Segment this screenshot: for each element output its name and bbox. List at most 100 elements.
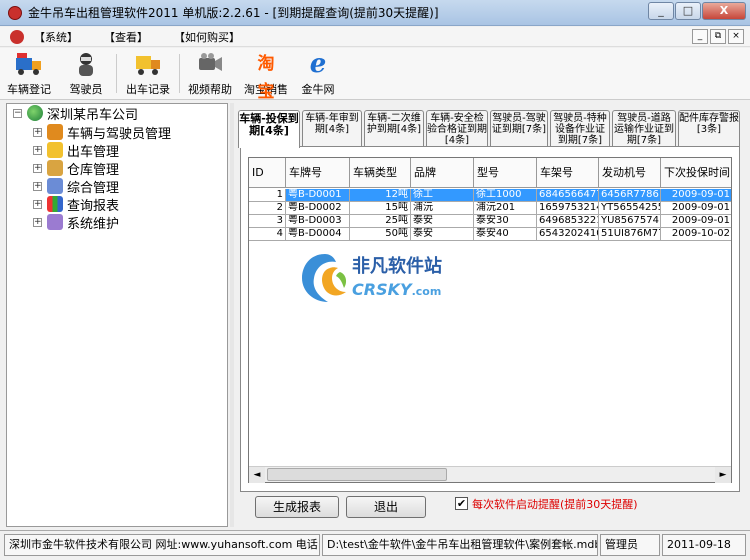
table-header: ID 车牌号 车辆类型 品牌 型号 车架号 发动机号 下次投保时间 <box>249 158 731 188</box>
tab-annual-inspection[interactable]: 车辆-年审到期[4条] <box>302 110 362 146</box>
col-frame-no[interactable]: 车架号 <box>537 158 599 188</box>
cell-brand: 徐工 <box>411 189 474 202</box>
maintenance-icon <box>47 214 63 230</box>
col-next-insurance[interactable]: 下次投保时间 <box>661 158 731 188</box>
scroll-thumb[interactable] <box>267 468 447 481</box>
mdi-minimize-button[interactable]: _ <box>692 29 708 44</box>
driver-button[interactable]: 驾驶员 <box>58 48 114 100</box>
menu-view[interactable]: 【查看】 <box>104 29 148 45</box>
col-vehicle-type[interactable]: 车辆类型 <box>350 158 411 188</box>
close-button[interactable]: X <box>702 2 746 20</box>
tab-secondary-maintenance[interactable]: 车辆-二次维护到期[4条] <box>364 110 424 146</box>
status-bar: 深圳市金牛软件技术有限公司 网址:www.yuhansoft.com 电话 D:… <box>0 530 750 560</box>
tab-parts-stock-alert[interactable]: 配件库存警报[3条] <box>678 110 740 146</box>
scroll-right-icon[interactable]: ► <box>715 466 731 483</box>
cell-next-insurance: 2009-09-01 <box>661 215 731 228</box>
video-help-button[interactable]: 视频帮助 <box>182 48 238 100</box>
cell-engine-no: 51UI876M77 <box>599 228 661 241</box>
tab-insurance-expiry[interactable]: 车辆-投保到期[4条] <box>238 110 300 148</box>
col-id[interactable]: ID <box>249 158 286 188</box>
app-logo-icon <box>8 5 22 20</box>
col-brand[interactable]: 品牌 <box>411 158 474 188</box>
cell-model: 泰安30 <box>474 215 537 228</box>
horizontal-scrollbar[interactable]: ◄ ► <box>249 466 731 483</box>
cell-id: 3 <box>249 215 286 228</box>
tree-item-label: 仓库管理 <box>67 162 120 178</box>
cell-next-insurance: 2009-09-01 <box>661 189 731 202</box>
watermark-subtitle-main: CRSKY <box>352 280 412 299</box>
exit-button[interactable]: 退出 <box>346 496 426 518</box>
cell-vehicle-type: 25吨 <box>350 215 411 228</box>
jinniu-web-label: 金牛网 <box>301 83 335 96</box>
minimize-button[interactable]: _ <box>648 2 674 20</box>
globe-icon <box>27 105 43 121</box>
table-row[interactable]: 3 粤B-D0003 25吨 泰安 泰安30 6496853221 YU8567… <box>249 215 731 228</box>
cell-plate: 粤B-D0004 <box>286 228 350 241</box>
col-model[interactable]: 型号 <box>474 158 537 188</box>
cell-plate: 粤B-D0003 <box>286 215 350 228</box>
splitter[interactable] <box>230 103 234 527</box>
status-database-path: D:\test\金牛软件\金牛吊车出租管理软件\案例套帐.mdb <box>322 534 598 556</box>
tree-item-label: 车辆与驾驶员管理 <box>67 126 172 142</box>
menu-how-to-buy[interactable]: 【如何购买】 <box>174 29 240 45</box>
jinniu-web-button[interactable]: e 金牛网 <box>294 48 342 100</box>
cell-engine-no: YU85675741 <box>599 215 661 228</box>
generate-report-button[interactable]: 生成报表 <box>255 496 339 518</box>
cell-brand: 泰安 <box>411 228 474 241</box>
tab-special-equipment-cert[interactable]: 驾驶员-特种设备作业证到期[7条] <box>550 110 610 146</box>
tree-item-reports[interactable]: + 查询报表 <box>33 195 119 214</box>
cell-frame-no: 6543202410 <box>537 228 599 241</box>
cell-model: 泰安40 <box>474 228 537 241</box>
tab-safety-certificate[interactable]: 车辆-安全检验合格证到期[4条] <box>426 110 488 146</box>
table-row[interactable]: 2 粤B-D0002 15吨 浦沅 浦沅201 1659753214 YT565… <box>249 202 731 215</box>
mdi-restore-button[interactable]: ⧉ <box>710 29 726 44</box>
menu-bar: 【系统】 【查看】 【如何购买】 _ ⧉ × <box>0 27 750 47</box>
col-plate[interactable]: 车牌号 <box>286 158 350 188</box>
expand-icon[interactable]: + <box>33 163 42 173</box>
cell-next-insurance: 2009-09-01 <box>661 202 731 215</box>
watermark-subtitle: CRSKY.com <box>352 280 441 299</box>
expand-icon[interactable]: + <box>33 181 42 191</box>
expand-icon[interactable]: + <box>33 199 42 209</box>
tree-item-vehicle-driver[interactable]: + 车辆与驾驶员管理 <box>33 123 172 142</box>
video-icon <box>195 50 225 78</box>
dispatch-icon <box>47 142 63 158</box>
tree-item-general[interactable]: + 综合管理 <box>33 177 119 196</box>
driver-label: 驾驶员 <box>69 83 103 96</box>
toolbar-separator <box>179 54 180 93</box>
cell-id: 2 <box>249 202 286 215</box>
scroll-left-icon[interactable]: ◄ <box>249 466 265 483</box>
window-controls: _ □ X <box>647 2 746 20</box>
cell-plate: 粤B-D0001 <box>286 189 350 202</box>
cell-model: 徐工1000 <box>474 189 537 202</box>
expand-icon[interactable]: + <box>33 145 42 155</box>
dispatch-truck-icon <box>133 50 163 78</box>
menu-system[interactable]: 【系统】 <box>34 29 78 45</box>
tree-root-label: 深圳某吊车公司 <box>47 107 139 123</box>
cell-brand: 泰安 <box>411 215 474 228</box>
expand-icon[interactable]: + <box>33 217 42 227</box>
cell-frame-no: 6496853221 <box>537 215 599 228</box>
table-row[interactable]: 4 粤B-D0004 50吨 泰安 泰安40 6543202410 51UI87… <box>249 228 731 241</box>
expand-icon[interactable]: + <box>33 127 42 137</box>
table-row[interactable]: 1 粤B-D0001 12吨 徐工 徐工1000 6846566477 6456… <box>249 189 731 202</box>
col-engine-no[interactable]: 发动机号 <box>599 158 661 188</box>
maximize-button[interactable]: □ <box>675 2 701 20</box>
collapse-icon[interactable]: − <box>13 108 22 118</box>
tab-driver-license[interactable]: 驾驶员-驾驶证到期[7条] <box>490 110 548 146</box>
tab-road-transport-cert[interactable]: 驾驶员-道路运输作业证到期[7条] <box>612 110 676 146</box>
tree-root[interactable]: − 深圳某吊车公司 <box>13 104 139 123</box>
mdi-close-button[interactable]: × <box>728 29 744 44</box>
tree-item-warehouse[interactable]: + 仓库管理 <box>33 159 120 178</box>
taobao-sales-button[interactable]: 淘宝 淘宝销售 <box>238 48 294 102</box>
settings-icon <box>47 178 63 194</box>
expiry-table[interactable]: ID 车牌号 车辆类型 品牌 型号 车架号 发动机号 下次投保时间 1 粤B-D… <box>248 157 732 483</box>
startup-reminder-checkbox[interactable]: ✔ <box>455 497 468 510</box>
tree-item-system[interactable]: + 系统维护 <box>33 213 120 232</box>
vehicle-register-button[interactable]: 车辆登记 <box>0 48 58 100</box>
tree-item-label: 系统维护 <box>67 216 120 232</box>
tree-item-dispatch[interactable]: + 出车管理 <box>33 141 119 160</box>
menu-app-icon[interactable] <box>10 29 24 44</box>
toolbar: 车辆登记 驾驶员 出车记录 视频帮助 淘宝 淘宝销售 e 金牛网 <box>0 48 750 102</box>
dispatch-record-button[interactable]: 出车记录 <box>119 48 177 100</box>
